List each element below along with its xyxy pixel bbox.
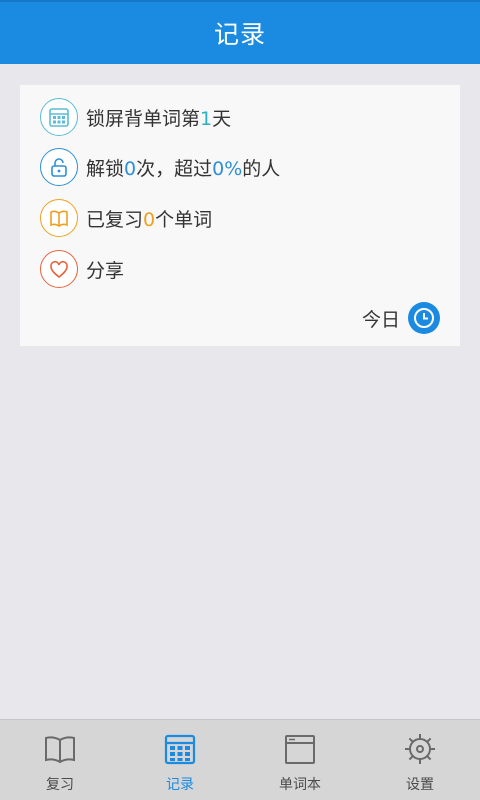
tab-label: 复习 — [46, 777, 74, 793]
share-row[interactable]: 分享 — [40, 250, 124, 288]
tab-wordbook[interactable]: 单词本 — [240, 720, 360, 800]
unlock-suffix: 的人 — [242, 157, 281, 180]
top-bar: 记录 — [0, 0, 480, 64]
book-icon — [40, 199, 78, 237]
review-text: 已复习0个单词 — [86, 205, 212, 232]
days-count: 1 — [200, 107, 213, 130]
days-prefix: 锁屏背单词第 — [86, 107, 201, 130]
tab-records[interactable]: 记录 — [120, 720, 240, 800]
book-icon — [43, 732, 77, 770]
calendar-icon — [40, 98, 78, 136]
review-suffix: 个单词 — [155, 208, 213, 231]
unlock-percent: 0% — [212, 157, 243, 180]
heart-icon — [40, 250, 78, 288]
share-label: 分享 — [86, 259, 125, 282]
tab-label: 设置 — [406, 777, 434, 793]
unlock-count: 0 — [124, 157, 137, 180]
calendar-icon — [163, 732, 197, 770]
record-card: 锁屏背单词第1天 解锁0次，超过0%的人 已复习0个单词 分享 今日 — [20, 85, 460, 346]
lock-icon — [40, 148, 78, 186]
days-row: 锁屏背单词第1天 — [40, 98, 231, 136]
clock-icon — [408, 302, 440, 334]
review-prefix: 已复习 — [86, 208, 144, 231]
review-count: 0 — [143, 208, 156, 231]
page-title: 记录 — [213, 20, 266, 49]
window-icon — [283, 732, 317, 770]
days-suffix: 天 — [212, 107, 232, 130]
today-label: 今日 — [361, 308, 400, 331]
unlock-row: 解锁0次，超过0%的人 — [40, 148, 280, 186]
unlock-prefix: 解锁 — [86, 157, 125, 180]
gear-icon — [403, 732, 437, 770]
tab-label: 记录 — [166, 777, 194, 793]
tab-settings[interactable]: 设置 — [360, 720, 480, 800]
bottom-tab-bar: 复习 记录 单词本 设置 — [0, 719, 480, 800]
today-button[interactable]: 今日 — [362, 301, 440, 335]
tab-label: 单词本 — [279, 777, 321, 793]
unlock-text: 解锁0次，超过0%的人 — [86, 154, 280, 181]
unlock-middle: 次，超过 — [136, 157, 213, 180]
tab-review[interactable]: 复习 — [0, 720, 120, 800]
days-text: 锁屏背单词第1天 — [86, 104, 231, 131]
review-row: 已复习0个单词 — [40, 199, 212, 237]
